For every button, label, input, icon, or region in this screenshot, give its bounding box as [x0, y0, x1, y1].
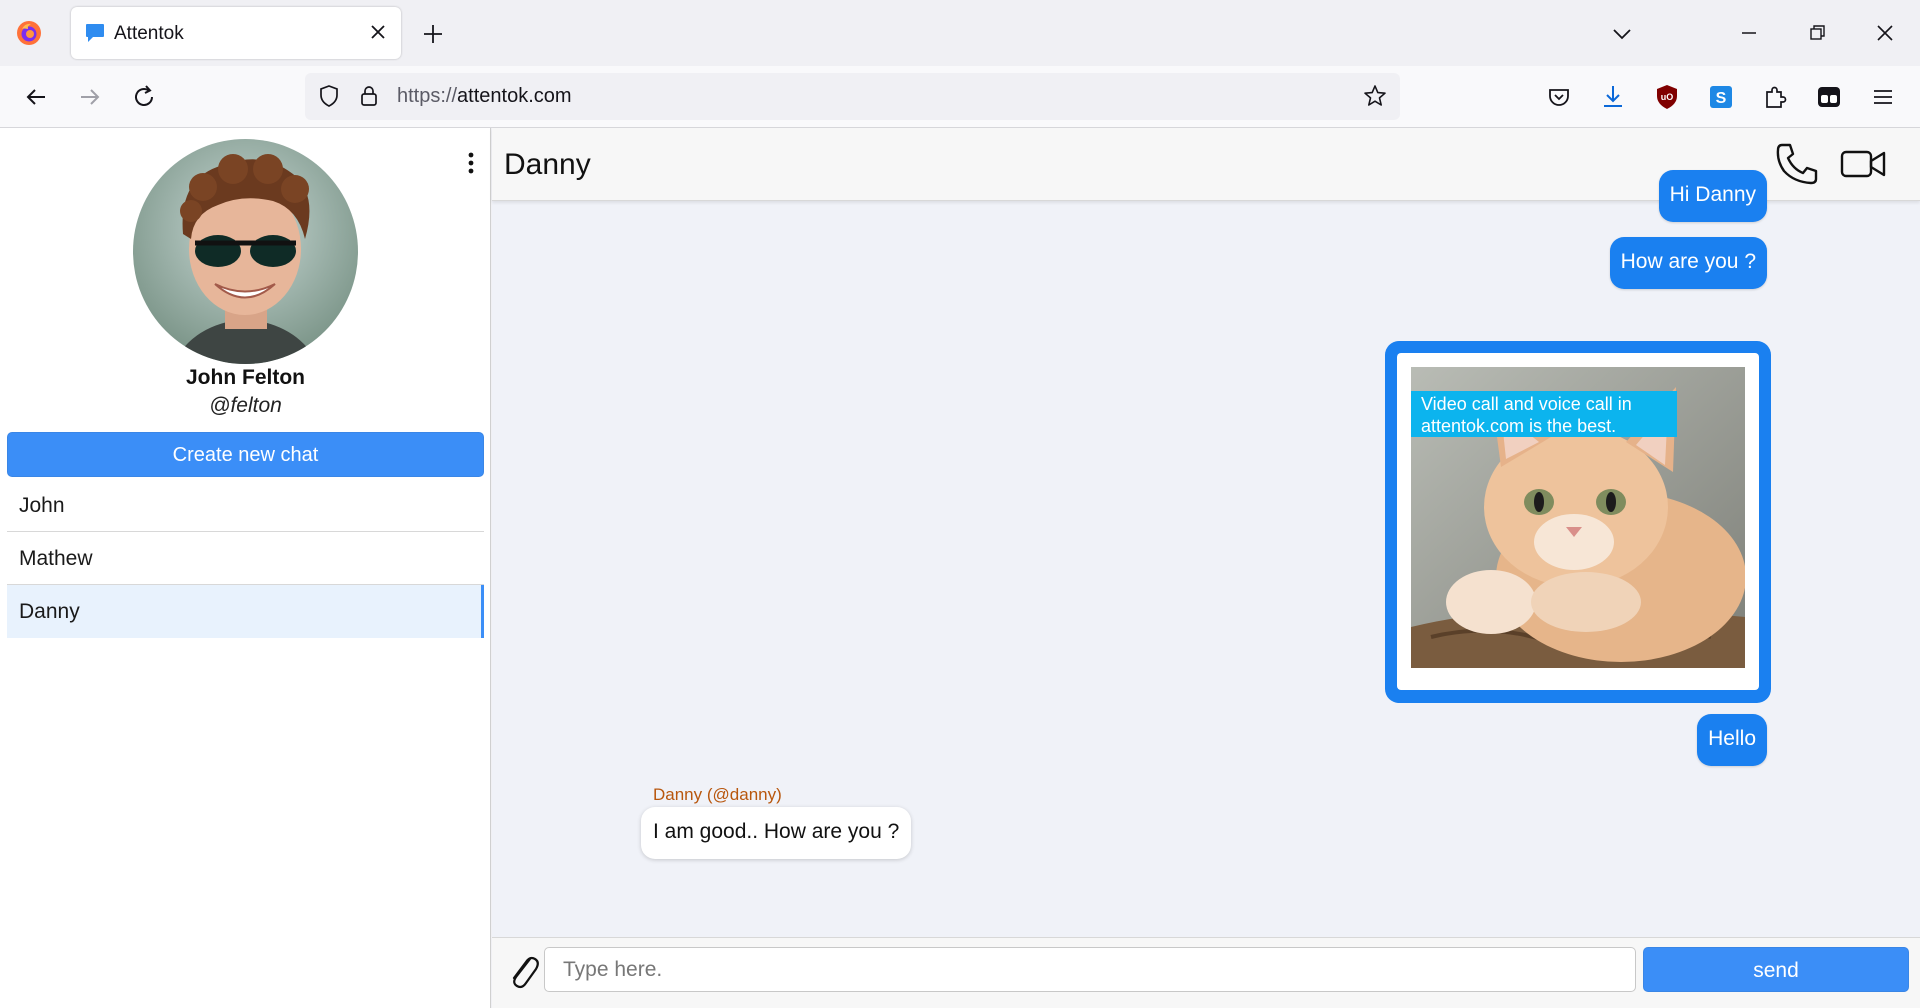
- firefox-logo-icon[interactable]: [16, 20, 42, 46]
- outgoing-message: Hi Danny: [1658, 170, 1767, 222]
- menu-hamburger-icon[interactable]: [1869, 83, 1897, 111]
- chat-list-item-john[interactable]: John: [7, 479, 484, 532]
- url-host: attentok.com: [457, 85, 572, 107]
- sidebar: John Felton @felton Create new chat John…: [0, 128, 491, 1008]
- list-all-tabs-chevron-icon[interactable]: [1610, 22, 1634, 46]
- profile-photo: [133, 139, 358, 364]
- more-options-kebab-icon[interactable]: [465, 150, 477, 176]
- tab-title: Attentok: [114, 23, 184, 44]
- attach-paperclip-icon[interactable]: [505, 949, 539, 989]
- chat-list-item-danny[interactable]: Danny: [7, 585, 484, 638]
- chat-list: John Mathew Danny: [7, 479, 484, 638]
- profile-handle: @felton: [209, 394, 282, 417]
- url-text[interactable]: https://attentok.com: [397, 85, 572, 108]
- browser-tab-attentok[interactable]: Attentok: [71, 7, 401, 59]
- forward-arrow-icon[interactable]: [75, 82, 105, 112]
- chat-bubble-icon: [86, 24, 104, 42]
- extensions-puzzle-icon[interactable]: [1761, 83, 1789, 111]
- svg-text:S: S: [1716, 90, 1727, 107]
- image-caption: Video call and voice call in attentok.co…: [1411, 391, 1677, 437]
- create-new-chat-button[interactable]: Create new chat: [7, 432, 484, 477]
- back-arrow-icon[interactable]: [21, 82, 51, 112]
- incoming-sender-label: Danny (@danny): [653, 785, 782, 804]
- minimize-window-icon[interactable]: [1736, 20, 1762, 46]
- close-window-icon[interactable]: [1872, 20, 1898, 46]
- address-bar[interactable]: https://attentok.com: [305, 73, 1400, 120]
- outgoing-image-message[interactable]: Video call and voice call in attentok.co…: [1385, 341, 1771, 703]
- tracking-protection-shield-icon[interactable]: [317, 84, 341, 108]
- chat-title: Danny: [504, 148, 591, 181]
- message-composer: send: [492, 937, 1920, 1008]
- s-extension-icon[interactable]: S: [1707, 83, 1735, 111]
- svg-text:uO: uO: [1661, 92, 1674, 102]
- new-tab-plus-icon[interactable]: [420, 21, 446, 47]
- pocket-icon[interactable]: [1545, 83, 1573, 111]
- restore-window-icon[interactable]: [1804, 20, 1830, 46]
- reload-icon[interactable]: [129, 82, 159, 112]
- voice-call-phone-icon[interactable]: [1774, 141, 1820, 187]
- image-frame: Video call and voice call in attentok.co…: [1397, 353, 1759, 690]
- navigation-toolbar: https://attentok.com uO S: [0, 66, 1920, 128]
- profile-avatar: [133, 139, 358, 364]
- lock-icon[interactable]: [357, 84, 381, 108]
- downloads-icon[interactable]: [1599, 83, 1627, 111]
- outgoing-message: How are you ?: [1609, 237, 1767, 289]
- chat-pane: Danny Hi Danny How are you ? Video call …: [492, 128, 1920, 1008]
- cat-photo[interactable]: Video call and voice call in attentok.co…: [1411, 367, 1745, 668]
- incoming-message: I am good.. How are you ?: [641, 807, 912, 859]
- tab-bar: Attentok: [0, 0, 1920, 66]
- container-extension-icon[interactable]: [1815, 83, 1843, 111]
- attentok-app: John Felton @felton Create new chat John…: [0, 128, 1920, 1008]
- ublock-origin-icon[interactable]: uO: [1653, 83, 1681, 111]
- close-tab-icon[interactable]: [367, 21, 389, 43]
- send-button[interactable]: send: [1643, 947, 1909, 992]
- profile-name: John Felton: [186, 366, 305, 389]
- video-call-camera-icon[interactable]: [1839, 145, 1887, 183]
- url-protocol: https://: [397, 85, 458, 107]
- chat-list-item-mathew[interactable]: Mathew: [7, 532, 484, 585]
- message-input[interactable]: [544, 947, 1636, 992]
- outgoing-message: Hello: [1697, 714, 1767, 766]
- bookmark-star-icon[interactable]: [1362, 83, 1388, 109]
